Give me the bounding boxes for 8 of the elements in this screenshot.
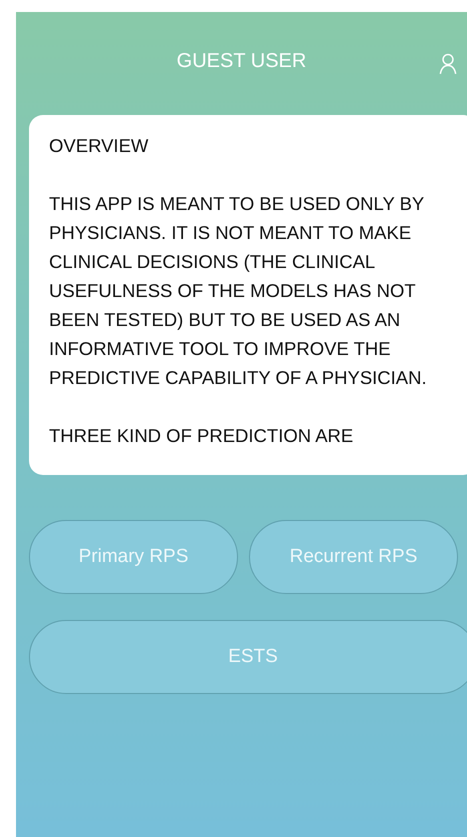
user-icon[interactable] [439, 53, 457, 75]
overview-text: THIS APP IS MEANT TO BE USED ONLY BY PHYSICIANS. IT IS NOT MEANT TO MAKE CLINICAL DECISIONS (THE CLINICAL USEFULNESS OF THE MODELS HAS NOT BEEN TESTED) BUT TO BE USED AS AN INFORMATIVE TOOL TO IMPROVE THE PREDICTIVE CAPABILITY OF A PHYSICIAN. [49, 192, 428, 390]
header-title: GUEST USER [176, 50, 306, 73]
model-button[interactable]: Recurrent RPS [249, 520, 458, 594]
model-button[interactable]: Primary RPS [29, 520, 238, 594]
overview-title: OVERVIEW [49, 134, 150, 158]
model-button[interactable]: ESTS [29, 620, 467, 694]
overview-text: THREE KIND OF PREDICTION ARE [49, 424, 354, 448]
